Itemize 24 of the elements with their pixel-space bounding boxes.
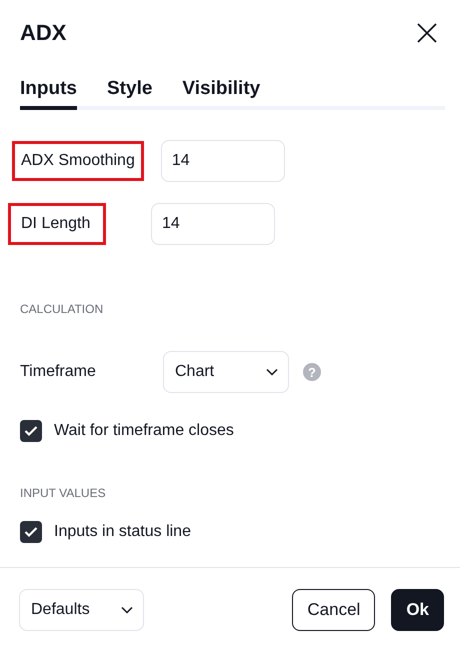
field-label: ADX Smoothing xyxy=(12,141,144,181)
checkbox-label: Wait for timeframe closes xyxy=(54,422,234,440)
checkmark-icon xyxy=(24,425,38,437)
section-heading: CALCULATION xyxy=(20,302,104,316)
tab[interactable]: Style xyxy=(107,72,152,110)
input-field[interactable]: 14 xyxy=(160,140,285,182)
field-label: Timeframe xyxy=(20,363,97,381)
defaults-dropdown[interactable]: Defaults xyxy=(19,589,144,631)
checkmark-icon xyxy=(24,526,38,538)
checkbox[interactable] xyxy=(20,420,42,442)
ok-button[interactable]: Ok xyxy=(391,589,444,631)
chevron-down-icon xyxy=(121,606,133,614)
tab[interactable]: Inputs xyxy=(20,72,77,110)
cancel-button[interactable]: Cancel xyxy=(292,589,376,631)
timeframe-dropdown[interactable]: Chart xyxy=(163,351,289,393)
checkbox-label: Inputs in status line xyxy=(54,523,191,541)
dialog-title: ADX xyxy=(20,20,66,46)
close-icon[interactable] xyxy=(416,22,438,44)
field-label: DI Length xyxy=(8,203,106,245)
input-field[interactable]: 14 xyxy=(151,203,275,245)
checkbox[interactable] xyxy=(20,521,42,543)
chevron-down-icon xyxy=(266,368,278,376)
section-heading: INPUT VALUES xyxy=(20,486,107,500)
tab[interactable]: Visibility xyxy=(182,72,260,110)
